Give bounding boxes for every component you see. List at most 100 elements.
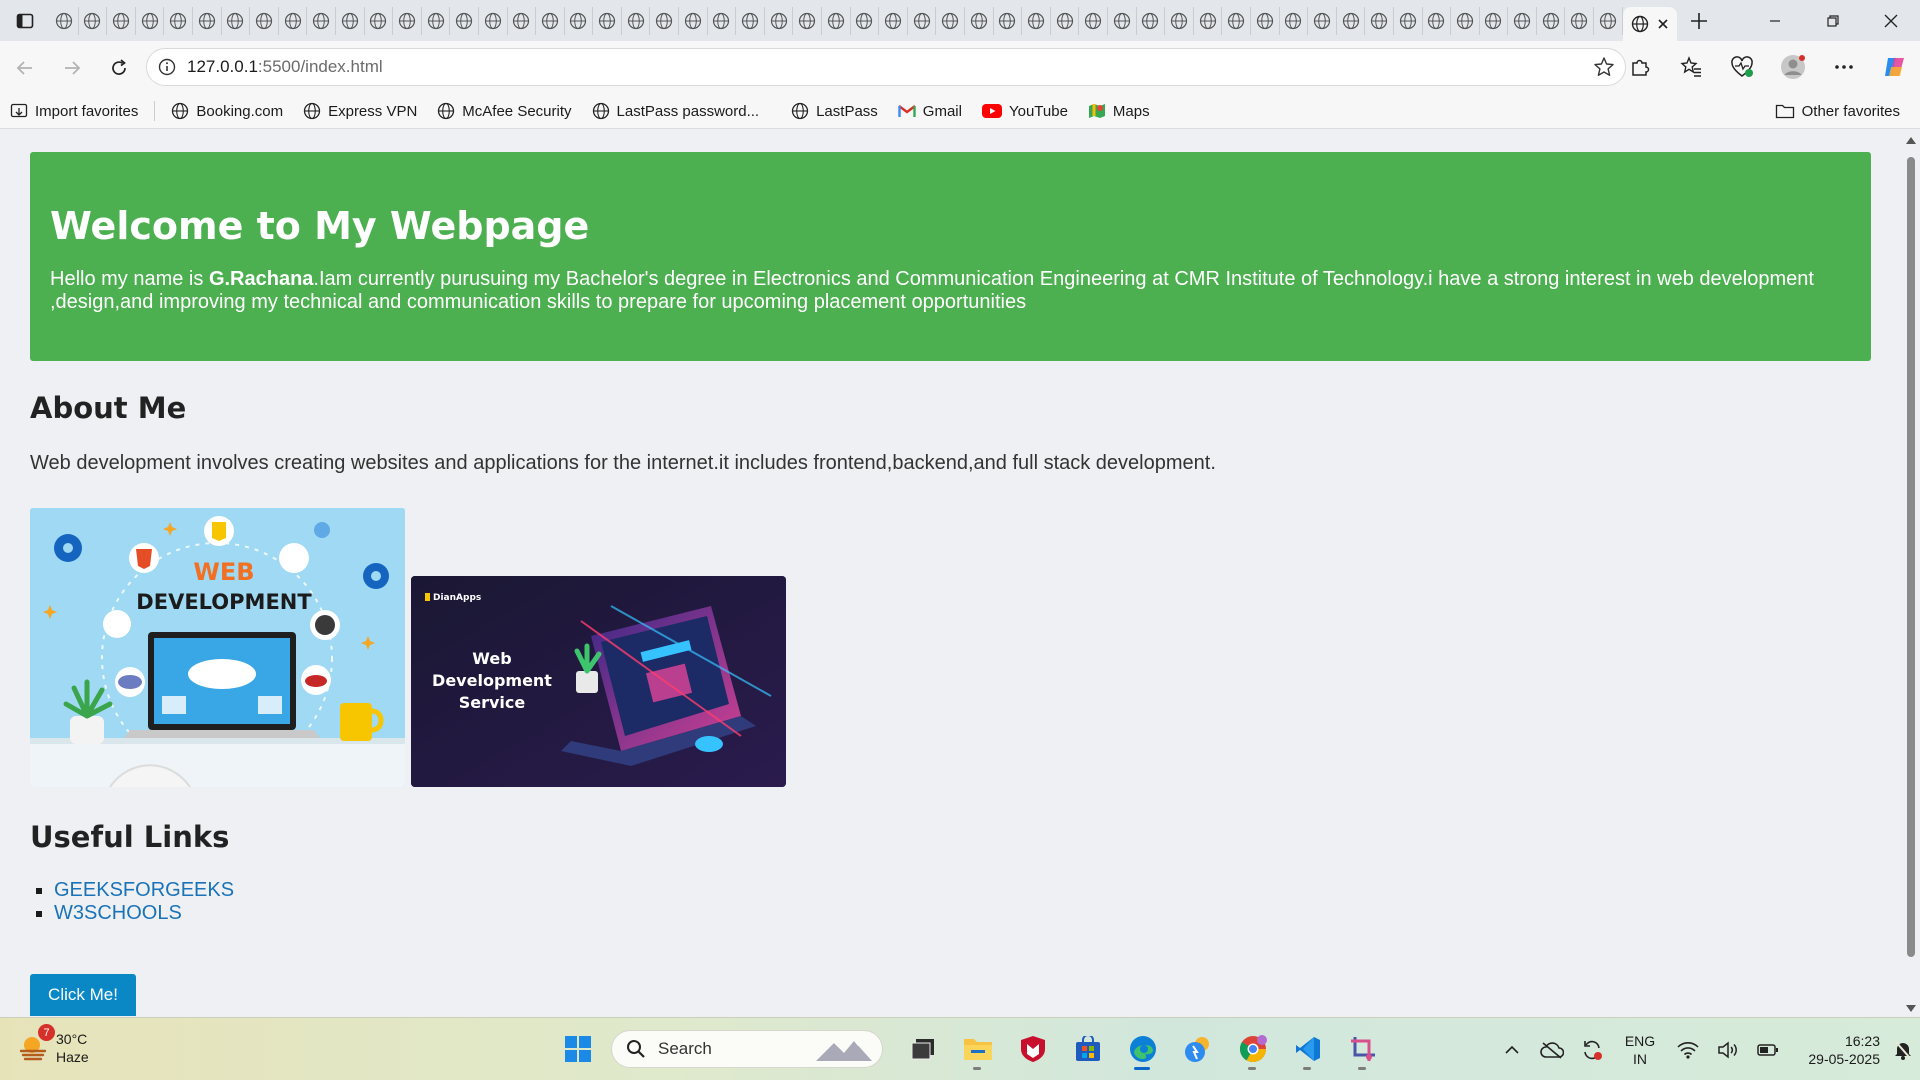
browser-tab[interactable]	[393, 6, 422, 35]
forward-button[interactable]	[50, 48, 94, 88]
start-button[interactable]	[550, 1026, 605, 1072]
browser-tab[interactable]	[307, 6, 336, 35]
browser-tab[interactable]	[1423, 6, 1452, 35]
browser-tab[interactable]	[79, 6, 108, 35]
browser-tab[interactable]	[50, 6, 79, 35]
tab-actions-button[interactable]	[0, 0, 50, 41]
browser-tab[interactable]	[164, 6, 193, 35]
wifi-button[interactable]	[1668, 1030, 1708, 1070]
file-explorer-button[interactable]	[950, 1026, 1005, 1072]
close-tab-icon[interactable]	[1657, 18, 1669, 30]
sync-button[interactable]	[1572, 1030, 1612, 1070]
address-bar[interactable]: 127.0.0.1:5500/index.html	[146, 48, 1626, 86]
link-w3schools[interactable]: W3SCHOOLS	[54, 902, 182, 925]
browser-tab[interactable]	[650, 6, 680, 35]
browser-tab[interactable]	[450, 6, 479, 35]
page-scrollbar[interactable]	[1902, 129, 1920, 1017]
browser-tab[interactable]	[479, 6, 508, 35]
vscode-button[interactable]	[1280, 1026, 1335, 1072]
mcafee-button[interactable]	[1005, 1026, 1060, 1072]
browser-tab[interactable]	[1079, 6, 1108, 35]
browser-tab[interactable]	[708, 6, 737, 35]
favorites-button[interactable]	[1665, 48, 1716, 86]
browser-tab[interactable]	[336, 6, 365, 35]
settings-more-button[interactable]	[1818, 48, 1869, 86]
bookmark-booking[interactable]: Booking.com	[161, 96, 293, 126]
browser-tab[interactable]	[1137, 6, 1166, 35]
bookmark-lastpass[interactable]: LastPass	[781, 96, 888, 126]
browser-tab[interactable]	[565, 6, 594, 35]
browser-tab[interactable]	[1394, 6, 1423, 35]
taskbar-search[interactable]: Search	[611, 1030, 883, 1068]
bookmark-youtube[interactable]: YouTube	[972, 96, 1078, 126]
clock[interactable]: 16:23 29-05-2025	[1788, 1032, 1880, 1068]
restore-button[interactable]	[1804, 0, 1862, 41]
bookmark-maps[interactable]: Maps	[1078, 96, 1160, 126]
browser-tab[interactable]	[1051, 6, 1080, 35]
onedrive-button[interactable]	[1532, 1030, 1572, 1070]
back-button[interactable]	[3, 48, 47, 88]
bookmark-express-vpn[interactable]: Express VPN	[293, 96, 427, 126]
browser-tab[interactable]	[1594, 6, 1623, 35]
browser-tab[interactable]	[508, 6, 537, 35]
weather-app-button[interactable]	[1170, 1026, 1225, 1072]
browser-tab[interactable]	[1251, 6, 1280, 35]
bookmark-other-favorites[interactable]: Other favorites	[1765, 96, 1910, 126]
browser-tab[interactable]	[793, 6, 823, 35]
browser-tab[interactable]	[1308, 6, 1337, 35]
browser-tab[interactable]	[1194, 6, 1223, 35]
copilot-button[interactable]	[1869, 48, 1920, 86]
browser-tab[interactable]	[736, 6, 765, 35]
browser-tab[interactable]	[1537, 6, 1566, 35]
browser-tab[interactable]	[622, 6, 651, 35]
browser-tab[interactable]	[879, 6, 908, 35]
browser-tab[interactable]	[908, 6, 937, 35]
bookmark-lastpass-password[interactable]: LastPass password...	[582, 96, 770, 126]
browser-tab[interactable]	[851, 6, 880, 35]
browser-tab[interactable]	[222, 6, 251, 35]
browser-tab[interactable]	[1508, 6, 1537, 35]
scroll-down-arrow-icon[interactable]	[1906, 1005, 1916, 1012]
browser-tab[interactable]	[936, 6, 965, 35]
browser-tab[interactable]	[1451, 6, 1480, 35]
browser-tab[interactable]	[1365, 6, 1394, 35]
input-language-button[interactable]: ENG IN	[1612, 1032, 1668, 1068]
browser-tab[interactable]	[1280, 6, 1309, 35]
browser-tab[interactable]	[765, 6, 794, 35]
refresh-button[interactable]	[97, 48, 141, 88]
minimize-button[interactable]	[1746, 0, 1804, 41]
bookmark-gmail[interactable]: Gmail	[888, 96, 972, 126]
browser-tab[interactable]	[1022, 6, 1051, 35]
browser-tab[interactable]	[965, 6, 994, 35]
browser-tab[interactable]	[422, 6, 451, 35]
browser-tab[interactable]	[1480, 6, 1509, 35]
chrome-button[interactable]	[1225, 1026, 1280, 1072]
browser-tab[interactable]	[1337, 6, 1366, 35]
browser-tab[interactable]	[1222, 6, 1251, 35]
url-text[interactable]: 127.0.0.1:5500/index.html	[187, 57, 383, 77]
task-view-button[interactable]	[895, 1026, 950, 1072]
close-window-button[interactable]	[1862, 0, 1920, 41]
browser-tab[interactable]	[994, 6, 1023, 35]
browser-tab[interactable]	[279, 6, 308, 35]
volume-button[interactable]	[1708, 1030, 1748, 1070]
scrollbar-thumb[interactable]	[1907, 157, 1915, 957]
battery-button[interactable]	[1748, 1030, 1788, 1070]
link-geeksforgeeks[interactable]: GEEKSFORGEEKS	[54, 879, 234, 902]
browser-tab[interactable]	[1565, 6, 1595, 35]
bookmark-import-favorites[interactable]: Import favorites	[0, 96, 148, 126]
weather-widget[interactable]: 7 30°C Haze	[18, 1024, 89, 1066]
browser-tab[interactable]	[365, 6, 394, 35]
browser-tab[interactable]	[193, 6, 222, 35]
browser-tab[interactable]	[593, 6, 622, 35]
notifications-button[interactable]	[1886, 1030, 1920, 1070]
site-info-button[interactable]	[147, 58, 187, 76]
browser-tab[interactable]	[250, 6, 279, 35]
microsoft-store-button[interactable]	[1060, 1026, 1115, 1072]
browser-tab[interactable]	[107, 6, 136, 35]
browser-tab[interactable]	[1108, 6, 1137, 35]
extensions-button[interactable]	[1614, 48, 1665, 86]
browser-tab[interactable]	[679, 6, 708, 35]
snipping-tool-button[interactable]	[1335, 1026, 1390, 1072]
browser-tab[interactable]	[136, 6, 165, 35]
